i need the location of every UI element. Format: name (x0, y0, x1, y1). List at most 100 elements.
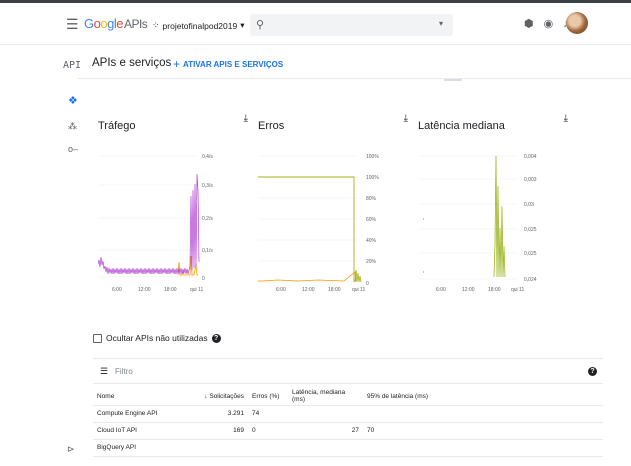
requests-value: 169 (188, 422, 248, 440)
errors-chart-plot: 100% 100% 80% 60% 40% 20% 0 6:00 12:00 1… (258, 154, 379, 293)
api-name[interactable]: BigQuery API (93, 439, 188, 457)
traffic-series-orange (177, 255, 198, 276)
p95-value: 70 (363, 422, 603, 440)
library-icon[interactable]: ⁂ (68, 121, 77, 132)
y-tick-label: 0 (366, 281, 369, 287)
download-icon[interactable]: ⤓ (404, 113, 408, 124)
y-tick-label: 100% (366, 175, 379, 181)
y-tick-label: 0,1/s (202, 248, 213, 254)
hide-unused-checkbox[interactable] (93, 333, 102, 343)
latency-chart-plot: 0,004 0,003 0,03 0,025 0,025 0,024 6:00 … (418, 154, 537, 293)
p95-value (363, 439, 603, 457)
sidebar: API ❖ ⁂ o‒ ⊳ (0, 46, 81, 466)
y-tick-label: 0,3/s (202, 183, 213, 189)
gridlines (98, 155, 198, 278)
requests-value (188, 439, 248, 457)
help-icon[interactable]: ? (211, 333, 221, 343)
gift-icon[interactable]: ⬢ (524, 17, 534, 30)
x-tick-label: 12:00 (462, 287, 475, 293)
table-row[interactable]: Compute Engine API 3.291 74 (93, 405, 603, 423)
x-tick-label: 12:00 (302, 287, 315, 293)
project-name: projetofinalpod2019 (162, 20, 238, 31)
page-title: APIs e serviços (92, 57, 172, 69)
dashboard-icon[interactable]: ❖ (68, 94, 78, 107)
latency-chart: Latência mediana ⤓ 0,004 0,003 0,03 0,02… (418, 110, 568, 300)
y-tick-label: 0,025 (524, 227, 537, 233)
search-icon: ⚲ (256, 19, 265, 31)
errors-value (248, 439, 288, 457)
x-tick-label: 18:00 (488, 287, 501, 293)
x-tick-label: 6:00 (276, 287, 286, 293)
page-titlebar: APIs e serviços + ATIVAR APIS E SERVIÇOS (78, 46, 631, 79)
project-icon: ⁘ (152, 20, 160, 30)
x-tick-label: qui 11 (511, 287, 524, 293)
x-tick-label: 6:00 (112, 287, 122, 293)
y-tick-label: 60% (366, 217, 377, 223)
filter-bar[interactable]: ☰ Filtro ? (93, 358, 603, 384)
api-name[interactable]: Compute Engine API (93, 405, 188, 423)
latency-value (288, 405, 363, 423)
x-tick-label: 12:00 (138, 287, 151, 293)
y-tick-label: 0 (202, 276, 205, 282)
y-tick-label: 0,003 (524, 177, 537, 183)
table-row[interactable]: BigQuery API (93, 439, 603, 457)
traffic-series-purple (98, 173, 200, 275)
column-header-label: Solicitações (209, 392, 244, 400)
top-header: ☰ GoogleAPIs ⁘ projetofinalpod2019 ▾ ⚲ ▾… (0, 3, 631, 45)
chart-title: Erros (258, 120, 285, 132)
y-tick-label: 80% (366, 196, 377, 202)
chart-title: Latência mediana (418, 120, 505, 132)
filter-icon: ☰ (100, 366, 109, 376)
y-tick-label: 100% (366, 154, 379, 160)
latency-value: 27 (288, 422, 363, 440)
y-tick-label: 0,004 (524, 154, 537, 160)
x-tick-label: 18:00 (328, 287, 341, 293)
errors-series-line (258, 176, 355, 282)
menu-icon[interactable]: ☰ (66, 17, 79, 31)
chart-title: Tráfego (98, 120, 136, 132)
hide-unused-label: Ocultar APIs não utilizadas (106, 333, 208, 343)
column-header-p95[interactable]: 95% de latência (ms) (363, 388, 603, 406)
logo-google: Google (84, 16, 123, 31)
traffic-chart-plot: 0,4/s 0,3/s 0,2/s 0,1/s 0 6:00 12:00 18:… (98, 154, 213, 293)
project-selector[interactable]: ⁘ projetofinalpod2019 ▾ (152, 20, 245, 31)
table-row[interactable]: Cloud IoT API 169 0 27 70 (93, 422, 603, 440)
requests-value: 3.291 (188, 405, 248, 423)
help-icon[interactable]: ◉ (544, 17, 554, 30)
scroll-indicator (444, 79, 462, 81)
y-tick-label: 0,03 (524, 202, 534, 208)
errors-value: 0 (248, 422, 288, 440)
filter-input[interactable]: Filtro (115, 367, 133, 376)
y-tick-label: 0,2/s (202, 216, 213, 222)
errors-chart: Erros ⤓ 100% 100% 80% 60% 40% 20% 0 6:00… (258, 110, 408, 300)
api-table: Nome ↓ Solicitações Erros (%) Latência, … (93, 388, 603, 457)
hide-unused-apis-toggle[interactable]: Ocultar APIs não utilizadas ? (93, 333, 221, 343)
y-tick-label: 20% (366, 259, 377, 265)
enable-apis-button[interactable]: + ATIVAR APIS E SERVIÇOS (173, 57, 283, 71)
column-header-errors[interactable]: Erros (%) (248, 388, 288, 406)
download-icon[interactable]: ⤓ (564, 113, 568, 124)
search-input[interactable]: ⚲ ▾ (250, 14, 453, 36)
api-name[interactable]: Cloud IoT API (93, 422, 188, 440)
avatar[interactable] (566, 12, 588, 34)
table-header-row: Nome ↓ Solicitações Erros (%) Latência, … (93, 388, 603, 406)
plus-icon: + (173, 57, 181, 71)
column-header-latency[interactable]: Latência, mediana (ms) (288, 388, 363, 406)
google-apis-logo[interactable]: GoogleAPIs (84, 16, 148, 31)
x-tick-label: qui 11 (190, 287, 203, 293)
download-icon[interactable]: ⤓ (244, 113, 248, 124)
x-tick-label: 6:00 (436, 287, 446, 293)
gridlines (258, 155, 358, 283)
credentials-key-icon[interactable]: o‒ (68, 144, 78, 154)
y-tick-label: 0,025 (524, 251, 537, 257)
column-header-requests[interactable]: ↓ Solicitações (188, 388, 248, 406)
x-tick-label: qui 11 (352, 287, 365, 293)
y-tick-label: 0,024 (524, 277, 537, 283)
errors-series-orange (258, 271, 357, 282)
y-tick-label: 40% (366, 238, 377, 244)
column-header-name[interactable]: Nome (93, 388, 188, 406)
help-icon[interactable]: ? (588, 367, 597, 376)
chevron-down-icon: ▾ (240, 20, 245, 30)
collapse-sidebar-icon[interactable]: ⊳ (67, 444, 75, 455)
search-dropdown-icon[interactable]: ▾ (439, 19, 443, 28)
